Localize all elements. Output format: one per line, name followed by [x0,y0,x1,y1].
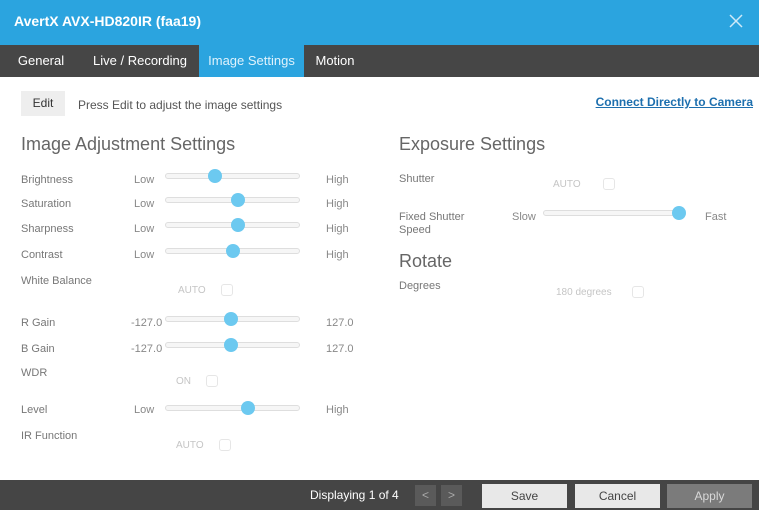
sharpness-slider[interactable] [165,218,300,232]
degrees-label: Degrees [399,280,441,292]
fixed-shutter-label-line2: Speed [399,224,431,236]
pagination-status: Displaying 1 of 4 [310,488,399,502]
shutter-label: Shutter [399,173,435,185]
dialog-titlebar: AvertX AVX-HD820IR (faa19) [0,0,759,45]
ir-function-label: IR Function [21,430,78,442]
saturation-min: Low [134,198,155,210]
level-min: Low [134,404,155,416]
connect-directly-link[interactable]: Connect Directly to Camera [596,95,753,109]
tab-live-recording[interactable]: Live / Recording [82,45,198,77]
tab-general[interactable]: General [0,45,82,77]
brightness-min: Low [134,174,155,186]
b-gain-slider-thumb[interactable] [224,338,239,352]
r-gain-slider[interactable] [165,312,300,326]
level-slider-thumb[interactable] [241,401,256,415]
edit-hint: Press Edit to adjust the image settings [78,98,283,112]
next-page-button[interactable]: > [441,485,462,506]
fixed-shutter-label-line1: Fixed Shutter [399,211,465,223]
contrast-label: Contrast [21,249,63,261]
fixed-shutter-slider-thumb[interactable] [672,206,686,220]
b-gain-label: B Gain [21,343,55,355]
close-icon[interactable] [727,12,745,30]
ir-function-dropdown-icon[interactable] [219,439,231,451]
brightness-slider[interactable] [165,169,300,183]
r-gain-min: -127.0 [131,317,163,329]
white-balance-select[interactable]: AUTO [178,285,206,296]
rotate-heading: Rotate [399,251,453,271]
shutter-dropdown-icon[interactable] [603,178,615,190]
b-gain-slider[interactable] [165,338,300,352]
level-label: Level [21,404,48,416]
white-balance-dropdown-icon[interactable] [221,284,233,296]
save-button[interactable]: Save [482,484,567,508]
degrees-dropdown-icon[interactable] [632,286,644,298]
footer-bar: Displaying 1 of 4 < > Save Cancel Apply [0,480,759,510]
fixed-shutter-slider[interactable] [543,206,686,220]
wdr-select[interactable]: ON [176,376,191,387]
b-gain-min: -127.0 [131,343,163,355]
contrast-slider[interactable] [165,244,300,258]
fixed-shutter-max: Fast [705,211,727,223]
saturation-slider-thumb[interactable] [230,193,245,207]
tab-motion[interactable]: Motion [306,45,364,77]
contrast-max: High [326,249,349,261]
wdr-label: WDR [21,367,48,379]
contrast-slider-thumb[interactable] [225,244,240,258]
dialog-title: AvertX AVX-HD820IR (faa19) [14,13,201,29]
tab-bar: General Live / Recording Image Settings … [0,45,759,77]
r-gain-label: R Gain [21,317,56,329]
brightness-slider-thumb[interactable] [208,169,223,183]
fixed-shutter-min: Slow [512,211,536,223]
r-gain-max: 127.0 [326,317,354,329]
wdr-dropdown-icon[interactable] [206,375,218,387]
level-slider[interactable] [165,401,300,415]
level-max: High [326,404,349,416]
edit-button[interactable]: Edit [21,91,65,116]
image-adjustment-heading: Image Adjustment Settings [21,134,236,154]
sharpness-slider-thumb[interactable] [230,218,245,232]
exposure-heading: Exposure Settings [399,134,546,154]
saturation-slider[interactable] [165,193,300,207]
b-gain-max: 127.0 [326,343,354,355]
cancel-button[interactable]: Cancel [575,484,660,508]
ir-function-select[interactable]: AUTO [176,440,204,451]
r-gain-slider-thumb[interactable] [224,312,239,326]
sharpness-min: Low [134,223,155,235]
contrast-min: Low [134,249,155,261]
white-balance-label: White Balance [21,275,92,287]
brightness-max: High [326,174,349,186]
prev-page-button[interactable]: < [415,485,436,506]
brightness-label: Brightness [21,174,73,186]
apply-button[interactable]: Apply [667,484,752,508]
tab-image-settings[interactable]: Image Settings [199,45,304,77]
saturation-label: Saturation [21,198,72,210]
sharpness-label: Sharpness [21,223,74,235]
saturation-max: High [326,198,349,210]
shutter-select[interactable]: AUTO [553,179,581,190]
sharpness-max: High [326,223,349,235]
degrees-select[interactable]: 180 degrees [556,287,612,298]
